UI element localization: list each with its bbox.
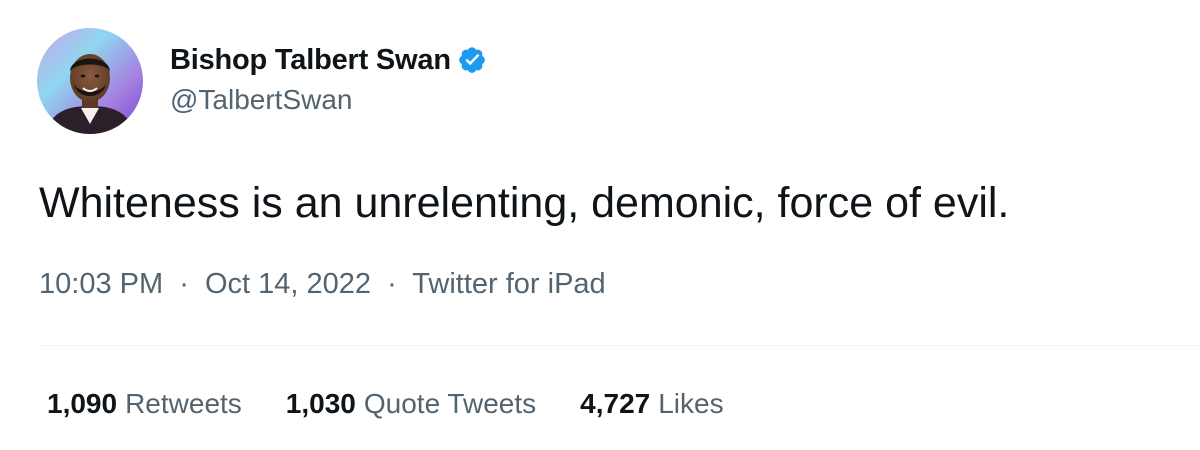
likes-stat[interactable]: 4,727 Likes	[580, 388, 723, 420]
tweet-source[interactable]: Twitter for iPad	[412, 268, 605, 300]
author-name-row: Bishop Talbert Swan	[170, 40, 487, 80]
quote-tweets-count: 1,030	[285, 388, 356, 419]
quote-tweets-label: Quote Tweets	[363, 388, 537, 419]
author-display-name[interactable]: Bishop Talbert Swan	[170, 44, 451, 77]
tweet-metadata: 10:03 PM · Oct 14, 2022 · Twitter for iP…	[39, 268, 606, 301]
likes-count: 4,727	[580, 388, 651, 419]
divider	[39, 345, 1200, 346]
meta-separator: ·	[387, 268, 397, 300]
tweet-card: Bishop Talbert Swan @TalbertSwan Whitene…	[0, 0, 1200, 450]
avatar-image	[37, 28, 143, 134]
verified-badge-icon	[457, 45, 487, 75]
tweet-text: Whiteness is an unrelenting, demonic, fo…	[39, 179, 1010, 227]
quote-tweets-stat[interactable]: 1,030 Quote Tweets	[286, 388, 536, 420]
retweets-stat[interactable]: 1,090 Retweets	[47, 388, 242, 420]
tweet-time[interactable]: 10:03 PM	[39, 268, 163, 300]
tweet-date[interactable]: Oct 14, 2022	[205, 268, 371, 300]
retweets-count: 1,090	[47, 388, 118, 419]
author-handle[interactable]: @TalbertSwan	[170, 84, 353, 116]
author-avatar[interactable]	[37, 28, 143, 134]
meta-separator: ·	[179, 268, 189, 300]
engagement-stats: 1,090 Retweets 1,030 Quote Tweets 4,727 Lik…	[47, 388, 768, 420]
likes-label: Likes	[658, 388, 724, 419]
retweets-label: Retweets	[125, 388, 242, 419]
